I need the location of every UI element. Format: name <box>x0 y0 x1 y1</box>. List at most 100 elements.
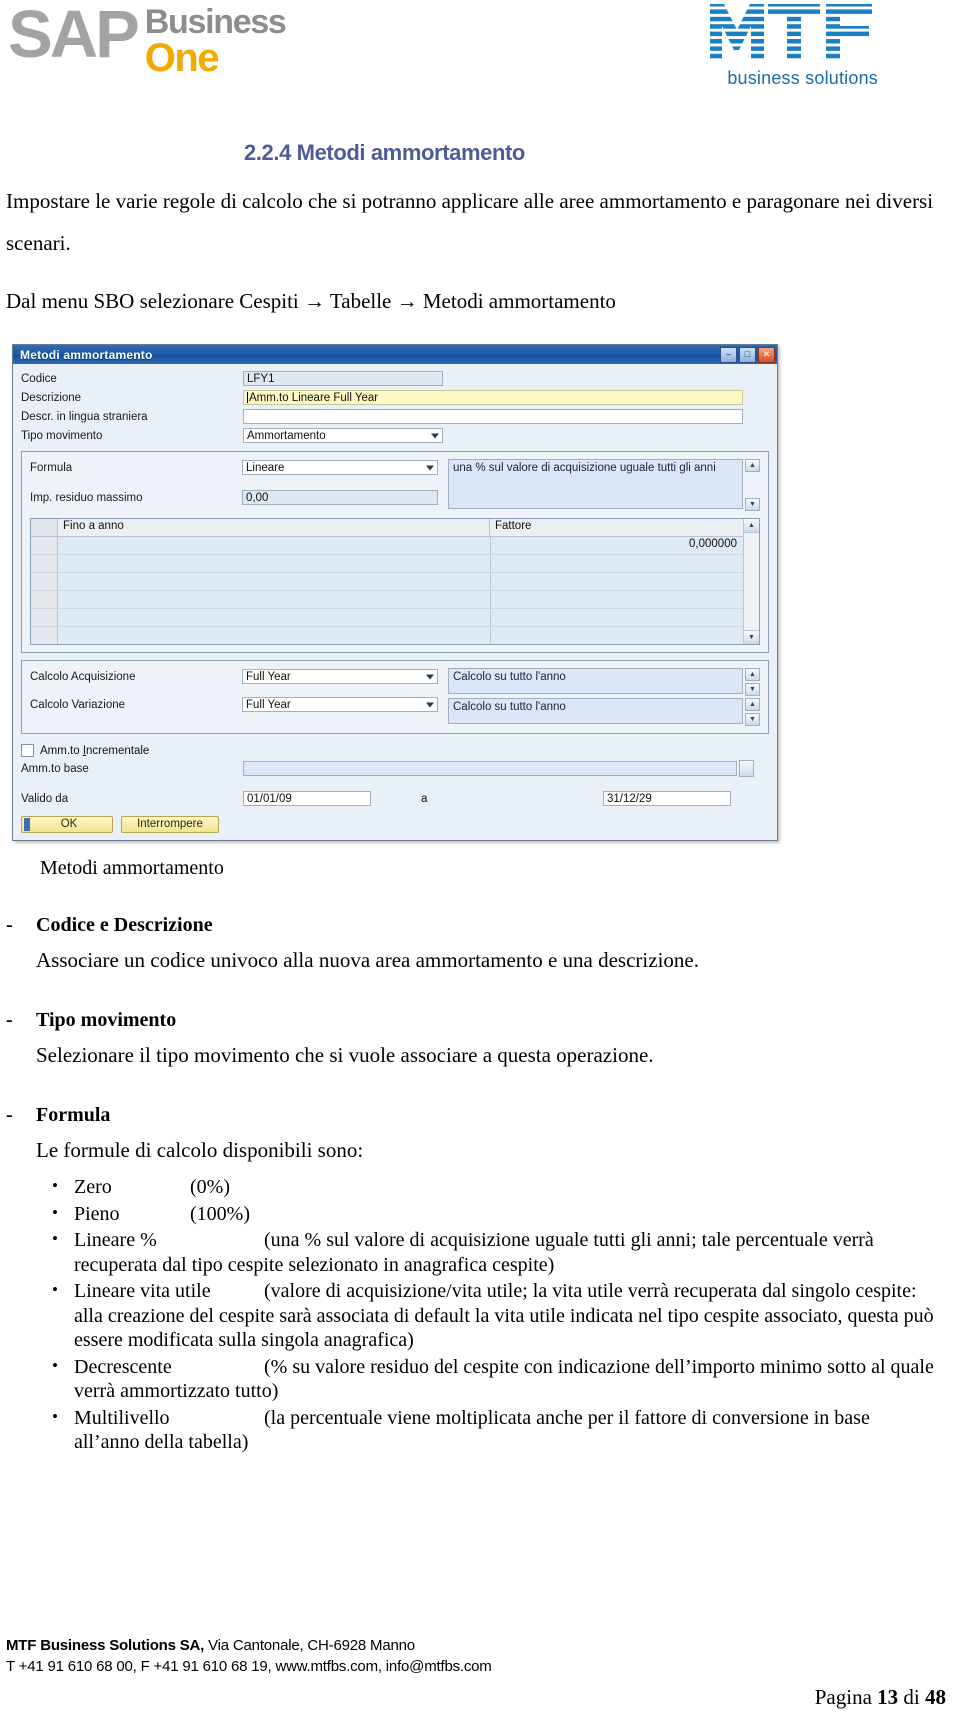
cell-fattore[interactable] <box>491 609 743 626</box>
table-row[interactable] <box>31 591 743 609</box>
cell-fattore[interactable] <box>491 573 743 590</box>
table-row[interactable] <box>31 555 743 573</box>
grid-select-header <box>31 519 58 536</box>
descrizione-value: Amm.to Lineare Full Year <box>249 392 379 404</box>
calcolo-variazione-select[interactable]: Full Year <box>242 697 438 712</box>
calcolo-acquisizione-note: Calcolo su tutto l'anno <box>448 668 743 694</box>
row-selector[interactable] <box>31 609 58 626</box>
calcolo-acquisizione-value: Full Year <box>246 671 291 683</box>
fattore-grid: Fino a anno Fattore 0,000000 ▲ ▼ <box>30 518 760 645</box>
scroll-down-icon[interactable]: ▼ <box>745 498 760 511</box>
formula-select[interactable]: Lineare <box>242 460 438 475</box>
page-number: Pagina 13 di 48 <box>6 1685 946 1710</box>
cell-fino-a-anno[interactable] <box>58 627 491 644</box>
table-row[interactable] <box>31 573 743 591</box>
formula-note-scroll[interactable]: ▲ ▼ <box>745 459 760 511</box>
cell-fattore[interactable]: 0,000000 <box>491 537 743 554</box>
list-item: Lineare %(una % sul valore di acquisizio… <box>52 1227 938 1277</box>
amm-base-field[interactable] <box>243 761 737 776</box>
close-icon[interactable]: ✕ <box>758 346 775 363</box>
cell-fino-a-anno[interactable] <box>58 573 491 590</box>
scroll-up-icon[interactable]: ▲ <box>744 519 759 533</box>
table-row[interactable]: 0,000000 <box>31 537 743 555</box>
window-controls: – □ ✕ <box>720 346 775 363</box>
formula-label: Formula <box>30 461 73 474</box>
formula-name: Lineare % <box>74 1229 157 1251</box>
sap-logo-right: Business One <box>145 4 287 78</box>
cell-fino-a-anno[interactable] <box>58 555 491 572</box>
amm-base-picker-icon[interactable] <box>739 760 754 777</box>
chevron-down-icon <box>431 433 439 438</box>
amm-incrementale-checkbox[interactable] <box>21 744 34 757</box>
tipo-movimento-select[interactable]: Ammortamento <box>243 428 443 443</box>
mtf-striped-mark-icon <box>710 4 872 60</box>
grid-col-fino-a-anno: Fino a anno <box>58 519 490 536</box>
row-descr-straniera: Descr. in lingua straniera <box>21 408 769 425</box>
calcolo-variazione-note: Calcolo su tutto l'anno <box>448 698 743 724</box>
row-selector[interactable] <box>31 591 58 608</box>
formula-name: Zero <box>74 1176 112 1198</box>
list-item: Decrescente(% su valore residuo del cesp… <box>52 1354 938 1404</box>
mtf-tagline: business solutions <box>727 68 878 88</box>
codice-field[interactable]: LFY1 <box>243 371 443 386</box>
formula-note: una % sul valore di acquisizione uguale … <box>448 459 743 509</box>
definition-body: Selezionare il tipo movimento che si vuo… <box>36 1043 654 1067</box>
cell-fattore[interactable] <box>491 591 743 608</box>
cell-fino-a-anno[interactable] <box>58 537 491 554</box>
imp-residuo-field[interactable]: 0,00 <box>242 490 438 505</box>
list-item: Lineare vita utile(valore di acquisizion… <box>52 1278 938 1353</box>
list-item: Pieno (100%) <box>52 1201 938 1227</box>
definition-heading: - Codice e Descrizione <box>6 914 938 937</box>
scroll-down-icon[interactable]: ▼ <box>744 630 759 644</box>
valido-da-field[interactable]: 01/01/09 <box>243 791 371 806</box>
formula-name: Decrescente <box>74 1355 172 1378</box>
definition-tipo-movimento: - Tipo movimento Selezionare il tipo mov… <box>6 1009 938 1070</box>
cell-fino-a-anno[interactable] <box>58 591 491 608</box>
scroll-up-icon[interactable]: ▲ <box>745 459 760 472</box>
scroll-down-icon[interactable]: ▼ <box>745 713 760 726</box>
cancel-button[interactable]: Interrompere <box>121 816 219 833</box>
row-amm-base: Amm.to base <box>21 760 769 777</box>
grid-scrollbar[interactable]: ▲ ▼ <box>743 519 759 644</box>
scroll-up-icon[interactable]: ▲ <box>745 668 760 681</box>
table-row[interactable] <box>31 627 743 644</box>
row-valido-da: Valido da 01/01/09 a 31/12/29 <box>21 790 769 807</box>
definition-body: Le formule di calcolo disponibili sono: <box>36 1138 364 1162</box>
cell-fattore[interactable] <box>491 555 743 572</box>
descr-straniera-field[interactable] <box>243 409 743 424</box>
calcolo-variazione-value: Full Year <box>246 699 291 711</box>
grid-header-row: Fino a anno Fattore <box>31 519 743 537</box>
calcolo-variazione-label: Calcolo Variazione <box>30 698 126 711</box>
row-selector[interactable] <box>31 573 58 590</box>
maximize-icon[interactable]: □ <box>739 346 756 363</box>
formula-name: Pieno <box>74 1202 120 1225</box>
dialog-titlebar: Metodi ammortamento – □ ✕ <box>13 345 777 364</box>
sap-dialog-metodi-ammortamento: Metodi ammortamento – □ ✕ Codice LFY1 De… <box>12 344 778 841</box>
valido-a-field[interactable]: 31/12/29 <box>603 791 731 806</box>
row-calcolo-variazione: Calcolo Variazione Full Year <box>30 696 448 713</box>
descrizione-label: Descrizione <box>21 391 82 404</box>
definition-title: Formula <box>36 1104 111 1126</box>
descrizione-field[interactable]: Amm.to Lineare Full Year <box>243 390 743 405</box>
calcolo-acquisizione-select[interactable]: Full Year <box>242 669 438 684</box>
row-amm-incrementale[interactable]: Amm.to Incrementale <box>21 744 769 757</box>
cell-fattore[interactable] <box>491 627 743 644</box>
definition-formula: - Formula Le formule di calcolo disponib… <box>6 1104 938 1165</box>
definition-heading: - Tipo movimento <box>6 1009 938 1032</box>
row-selector[interactable] <box>31 627 58 644</box>
row-selector[interactable] <box>31 537 58 554</box>
scroll-down-icon[interactable]: ▼ <box>745 683 760 696</box>
row-selector[interactable] <box>31 555 58 572</box>
cell-fino-a-anno[interactable] <box>58 609 491 626</box>
table-row[interactable] <box>31 609 743 627</box>
screenshot-caption: Metodi ammortamento <box>40 857 224 879</box>
ok-button[interactable]: OK <box>21 816 113 833</box>
document-body: 2.2.4 Metodi ammortamento Impostare le v… <box>0 140 960 1455</box>
acquisizione-note-scroll[interactable]: ▲ ▼ <box>745 668 760 696</box>
definition-codice-descrizione: - Codice e Descrizione Associare un codi… <box>6 914 938 975</box>
formula-desc: (100%) <box>190 1202 250 1225</box>
minimize-icon[interactable]: – <box>720 346 737 363</box>
row-descrizione: Descrizione Amm.to Lineare Full Year <box>21 389 769 406</box>
variazione-note-scroll[interactable]: ▲ ▼ <box>745 698 760 726</box>
scroll-up-icon[interactable]: ▲ <box>745 698 760 711</box>
